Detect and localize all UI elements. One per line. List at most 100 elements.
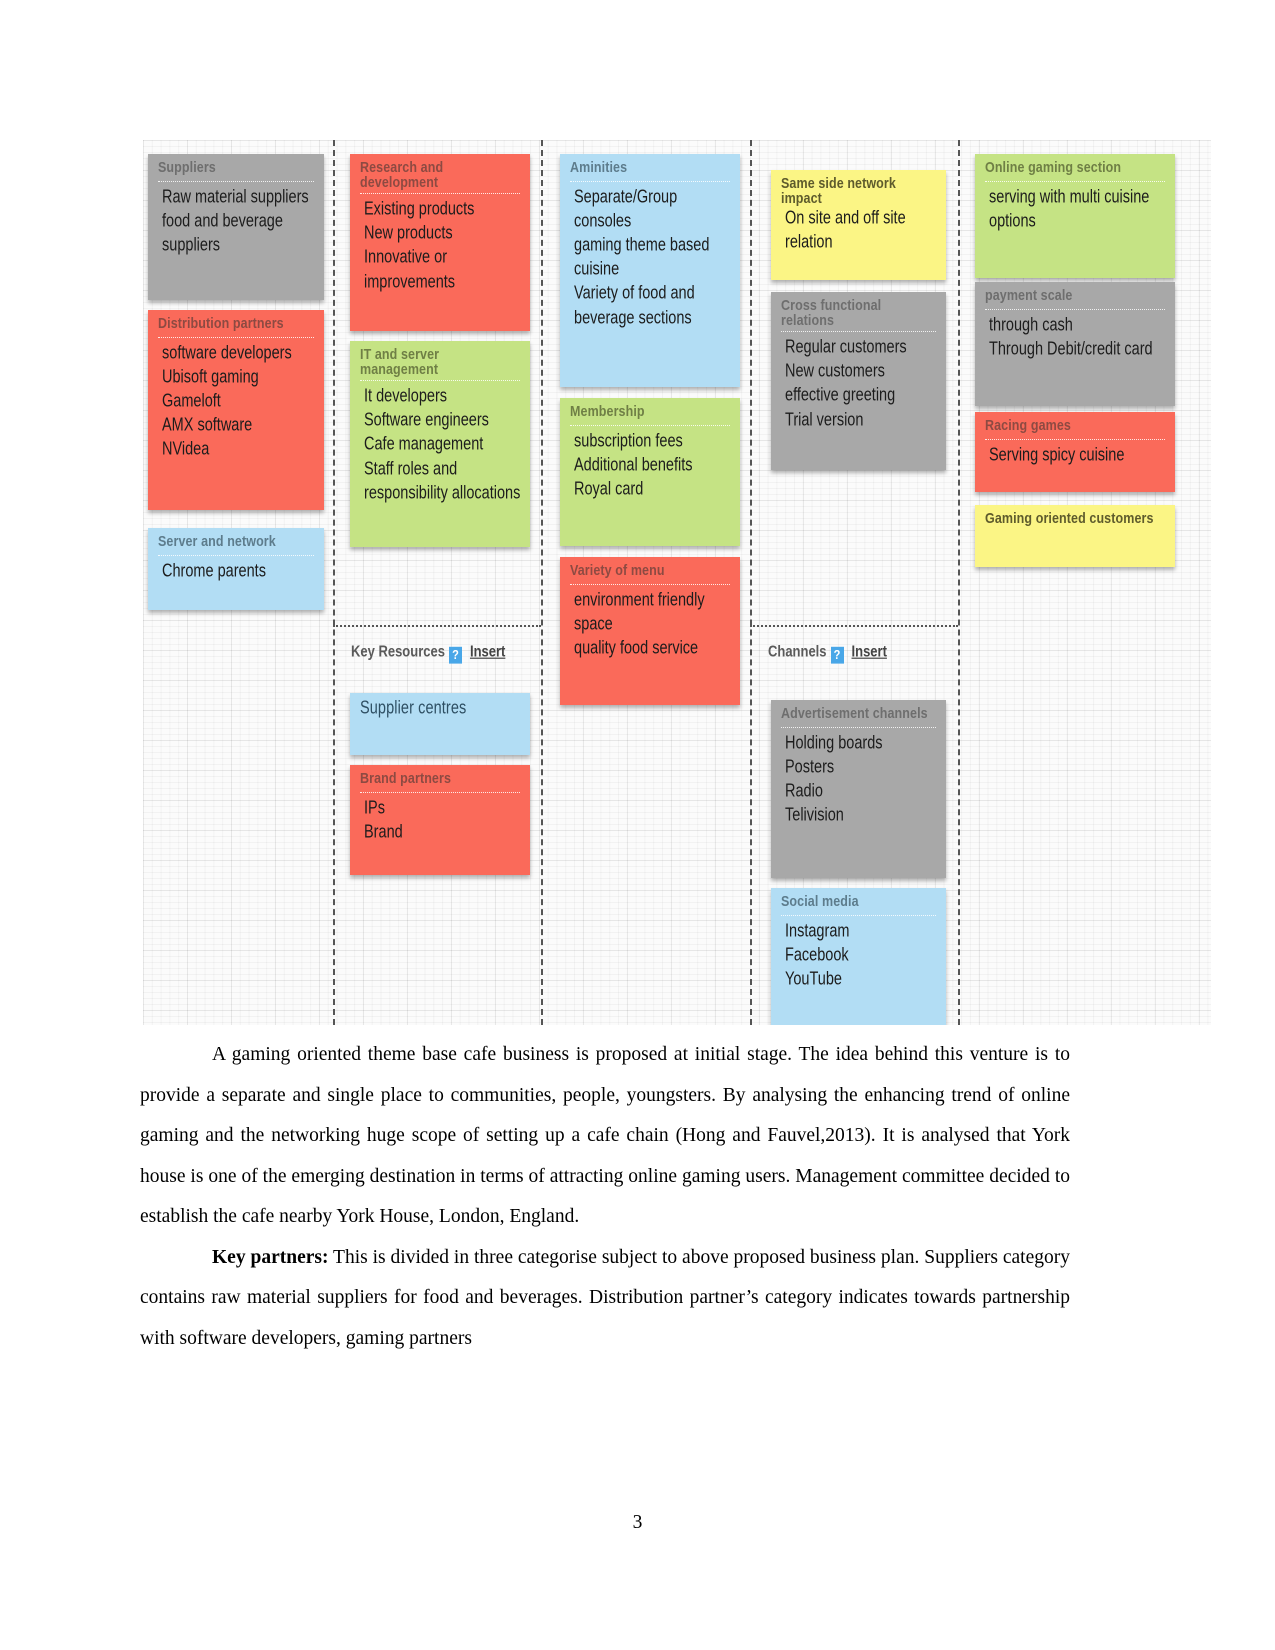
- list-item: Radio: [785, 780, 823, 802]
- card-title: Racing games: [985, 416, 1071, 434]
- card-online-gaming-section[interactable]: Online gaming section serving with multi…: [975, 154, 1175, 278]
- card-brand-partners[interactable]: Brand partners IPs Brand: [350, 765, 530, 875]
- card-rule: [158, 336, 314, 338]
- card-membership[interactable]: Membership subscription fees Additional …: [560, 398, 740, 546]
- card-title: Server and network: [158, 532, 276, 550]
- section-header-label: Key Resources: [351, 642, 445, 660]
- body-text: A gaming oriented theme base cafe busine…: [140, 1035, 1070, 1359]
- card-items: IPs Brand: [360, 797, 520, 842]
- list-item: On site and off site: [785, 207, 906, 229]
- card-title: Distribution partners: [158, 314, 284, 332]
- list-item: serving with multi cuisine: [989, 186, 1150, 207]
- list-item: improvements: [364, 271, 456, 293]
- list-item: software developers: [162, 342, 292, 363]
- card-rule: [158, 554, 314, 556]
- list-item: Serving spicy cuisine: [989, 444, 1125, 465]
- card-items: Serving spicy cuisine: [985, 445, 1165, 465]
- card-rule: [570, 583, 730, 585]
- list-item: Posters: [785, 756, 835, 778]
- list-item: Trial version: [785, 409, 864, 431]
- column-separator-2: [541, 140, 543, 1025]
- card-rule: [781, 726, 936, 728]
- insert-link[interactable]: Insert: [852, 642, 887, 660]
- card-payment-scale[interactable]: payment scale through cash Through Debit…: [975, 282, 1175, 406]
- paragraph-1: A gaming oriented theme base cafe busine…: [140, 1044, 1070, 1227]
- card-title: Cross functional relations: [781, 296, 882, 329]
- business-model-canvas-figure: Suppliers Raw material suppliers food an…: [143, 140, 1211, 1025]
- paragraph-2: Key partners: This is divided in three c…: [140, 1238, 1070, 1360]
- card-title: IT and server management: [360, 345, 440, 378]
- column-separator-3: [750, 140, 752, 1025]
- list-item: Cafe management: [364, 434, 484, 455]
- paragraph-2-lead: Key partners:: [212, 1246, 329, 1268]
- card-variety-of-menu[interactable]: Variety of menu environment friendly spa…: [560, 557, 740, 705]
- list-item: Ubisoft gaming: [162, 366, 259, 388]
- column-separator-4: [958, 140, 960, 1025]
- card-rule: [360, 791, 520, 793]
- card-racing-games[interactable]: Racing games Serving spicy cuisine: [975, 412, 1175, 492]
- list-item: options: [989, 210, 1036, 232]
- list-item: Royal card: [574, 478, 644, 500]
- card-items: serving with multi cuisine options: [985, 186, 1165, 231]
- card-suppliers[interactable]: Suppliers Raw material suppliers food an…: [148, 154, 324, 300]
- list-item: Holding boards: [785, 732, 883, 753]
- list-item: consoles: [574, 210, 632, 232]
- card-aminities[interactable]: Aminities Separate/Group consoles gaming…: [560, 154, 740, 387]
- card-title: Gaming oriented customers: [985, 509, 1154, 527]
- column-separator-1: [333, 140, 335, 1025]
- list-item: Variety of food and: [574, 283, 695, 304]
- card-title: Suppliers: [158, 158, 216, 176]
- section-header-label: Channels: [768, 642, 827, 660]
- list-item: Chrome parents: [162, 560, 266, 581]
- card-distribution-partners[interactable]: Distribution partners software developer…: [148, 310, 324, 510]
- list-item: It developers: [364, 385, 448, 407]
- card-items: subscription fees Additional benefits Ro…: [570, 430, 730, 500]
- list-item: environment friendly: [574, 589, 705, 610]
- card-advertisement-channels[interactable]: Advertisement channels Holding boards Po…: [771, 700, 946, 878]
- list-item: responsibility allocations: [364, 482, 521, 504]
- card-title: Research and development: [360, 158, 444, 191]
- card-rule: [985, 438, 1165, 440]
- list-item: effective greeting: [785, 385, 896, 406]
- card-gaming-oriented-customers[interactable]: Gaming oriented customers: [975, 505, 1175, 567]
- card-items: Chrome parents: [158, 561, 314, 581]
- help-icon[interactable]: ?: [448, 646, 462, 664]
- list-item: Regular customers: [785, 336, 907, 358]
- card-items: On site and off site relation: [781, 207, 936, 252]
- card-items: Existing products New products Innovativ…: [360, 199, 520, 292]
- list-item: New customers: [785, 360, 885, 382]
- card-items: through cash Through Debit/credit card: [985, 314, 1165, 359]
- card-title: Social media: [781, 892, 859, 910]
- card-rule: [570, 180, 730, 182]
- card-same-side-network-impact[interactable]: Same side network impact On site and off…: [771, 170, 946, 280]
- card-supplier-centres[interactable]: Supplier centres: [350, 693, 530, 755]
- card-items: environment friendly space quality food …: [570, 589, 730, 659]
- section-header-channels: Channels? Insert: [768, 642, 887, 664]
- list-item: YouTube: [785, 968, 842, 990]
- card-research-and-development[interactable]: Research and development Existing produc…: [350, 154, 530, 331]
- insert-link[interactable]: Insert: [470, 642, 505, 660]
- card-it-and-server-management[interactable]: IT and server management It developers S…: [350, 341, 530, 547]
- list-item: Staff roles and: [364, 458, 458, 480]
- page-number: 3: [632, 1512, 643, 1533]
- card-title: payment scale: [985, 286, 1073, 304]
- card-rule: [985, 308, 1165, 310]
- list-item: quality food service: [574, 637, 699, 659]
- card-social-media[interactable]: Social media Instagram Facebook YouTube: [771, 888, 946, 1025]
- card-items: It developers Software engineers Cafe ma…: [360, 385, 520, 503]
- card-server-and-network[interactable]: Server and network Chrome parents: [148, 528, 324, 610]
- card-items: software developers Ubisoft gaming Gamel…: [158, 342, 314, 460]
- card-title: Same side network impact: [781, 174, 896, 207]
- card-rule: [985, 180, 1165, 182]
- list-item: Separate/Group: [574, 186, 678, 207]
- help-icon[interactable]: ?: [830, 646, 844, 664]
- list-item: subscription fees: [574, 430, 683, 451]
- list-item: suppliers: [162, 234, 221, 256]
- list-item: through cash: [989, 314, 1073, 335]
- card-title: Aminities: [570, 158, 628, 176]
- card-items: Raw material suppliers food and beverage…: [158, 187, 314, 256]
- card-title: Membership: [570, 402, 645, 420]
- list-item: IPs: [364, 797, 385, 818]
- card-title: Variety of menu: [570, 561, 665, 579]
- card-cross-functional-relations[interactable]: Cross functional relations Regular custo…: [771, 292, 946, 470]
